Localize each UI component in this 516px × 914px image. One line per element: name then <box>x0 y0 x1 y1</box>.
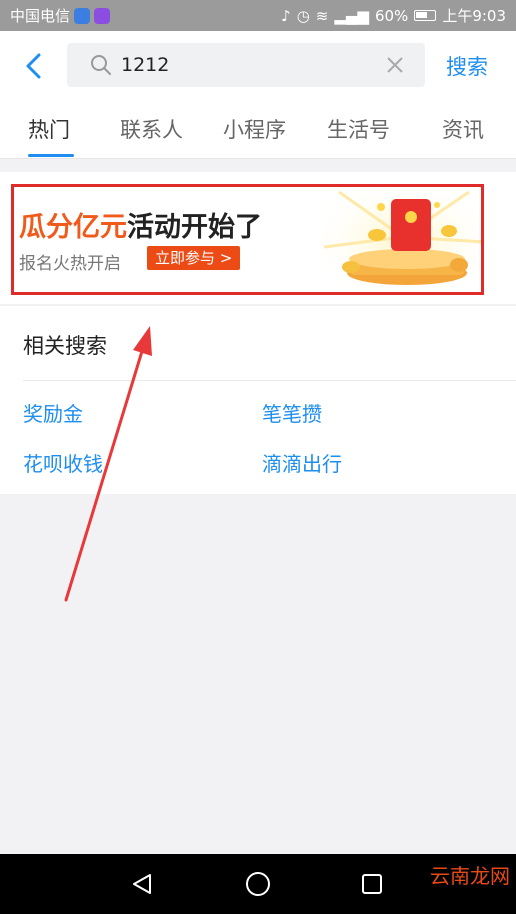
related-searches-title: 相关搜索 <box>23 334 107 358</box>
banner-title: 瓜分亿元活动开始了 <box>19 205 262 244</box>
tab-hot[interactable]: 热门 <box>28 114 70 144</box>
search-header: 搜索 <box>0 31 516 101</box>
recents-nav-icon[interactable] <box>356 868 388 900</box>
promo-banner[interactable]: 瓜分亿元活动开始了 报名火热开启 立即参与 > <box>11 184 484 295</box>
signal-icon: ▂▄▆ <box>334 6 369 25</box>
tab-life-accounts[interactable]: 生活号 <box>327 114 390 144</box>
shield-app-icon <box>74 7 91 24</box>
divider <box>23 380 516 381</box>
back-nav-icon[interactable] <box>126 868 158 900</box>
headset-icon: ♪ <box>281 6 291 25</box>
promo-section: 瓜分亿元活动开始了 报名火热开启 立即参与 > <box>0 172 516 304</box>
related-item-huabei-collect[interactable]: 花呗收钱 <box>23 448 103 477</box>
banner-subtitle: 报名火热开启 <box>19 254 121 274</box>
clear-icon[interactable] <box>383 53 407 77</box>
home-nav-icon[interactable] <box>242 868 274 900</box>
related-item-didi[interactable]: 滴滴出行 <box>262 448 342 477</box>
alarm-icon: ◷ <box>296 6 310 25</box>
chevron-left-icon <box>26 53 41 79</box>
search-input[interactable] <box>121 45 371 85</box>
system-nav-bar: 云南龙网 <box>0 854 516 914</box>
wifi-icon: ≋ <box>315 6 329 25</box>
category-tabs: 热门 联系人 小程序 生活号 资讯 <box>0 101 516 159</box>
tab-news[interactable]: 资讯 <box>442 114 484 144</box>
related-item-reward[interactable]: 奖励金 <box>23 398 83 427</box>
related-searches: 相关搜索 奖励金 笔笔攒 花呗收钱 滴滴出行 <box>0 306 516 494</box>
battery-percent: 60% <box>374 6 409 25</box>
tab-mini-programs[interactable]: 小程序 <box>223 114 286 144</box>
red-envelope-illustration <box>319 187 481 292</box>
clock: 上午9:03 <box>442 7 506 25</box>
banner-title-highlight: 瓜分亿元 <box>19 212 127 243</box>
carrier-label: 中国电信 <box>10 7 71 25</box>
search-button[interactable]: 搜索 <box>446 51 488 81</box>
banner-title-rest: 活动开始了 <box>127 212 262 243</box>
join-now-button[interactable]: 立即参与 > <box>147 246 241 270</box>
search-box[interactable] <box>67 43 425 87</box>
back-button[interactable] <box>20 51 46 81</box>
battery-icon <box>414 10 437 21</box>
related-item-savings[interactable]: 笔笔攒 <box>262 398 322 427</box>
status-bar: 中国电信 ♪ ◷ ≋ ▂▄▆ 60% 上午9:03 <box>0 0 516 31</box>
video-app-icon <box>94 7 111 24</box>
active-tab-indicator <box>28 154 74 157</box>
tab-contacts[interactable]: 联系人 <box>120 114 183 144</box>
search-icon <box>81 43 121 87</box>
site-watermark: 云南龙网 <box>430 864 510 888</box>
